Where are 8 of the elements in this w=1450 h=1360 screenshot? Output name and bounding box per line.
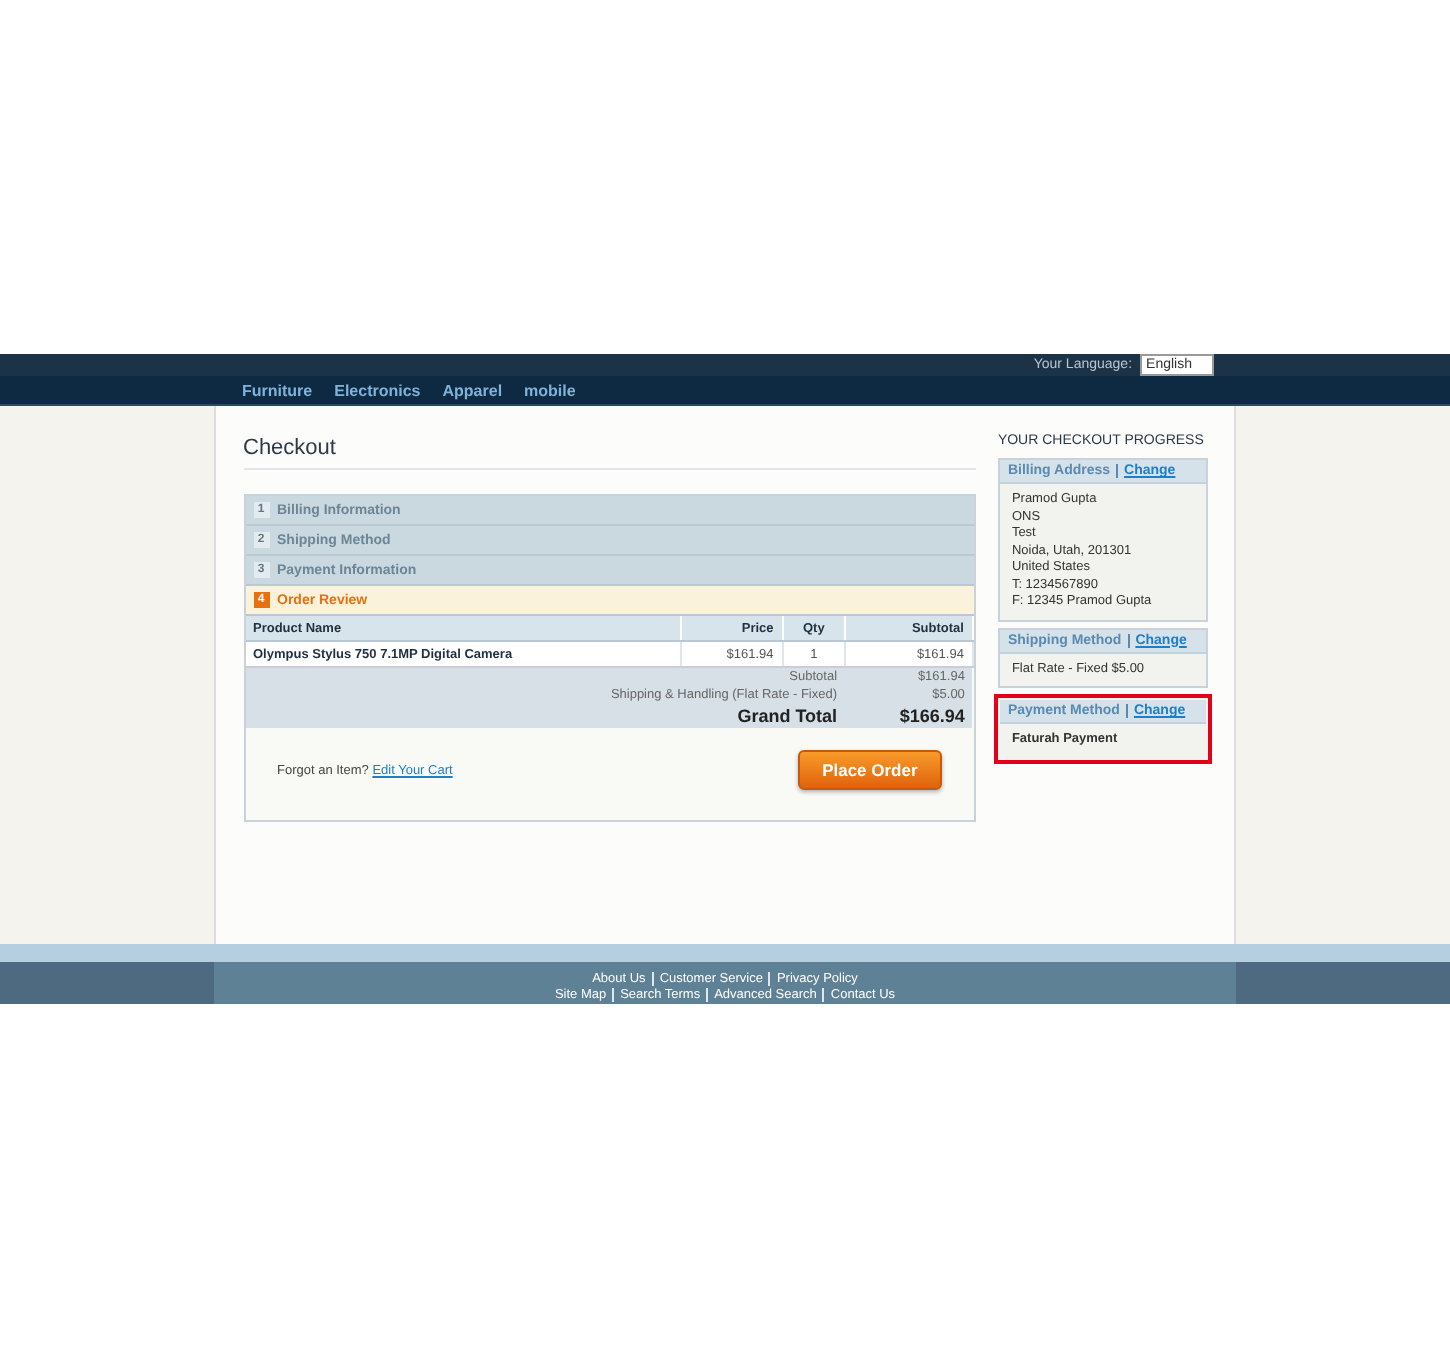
page-title: Checkout [243, 436, 976, 470]
nav-link[interactable]: mobile [524, 381, 576, 399]
total-label: Grand Total [245, 704, 846, 728]
nav-link[interactable]: Furniture [242, 381, 313, 399]
nav-link[interactable]: Apparel [442, 381, 503, 399]
total-value: $166.94 [845, 704, 973, 728]
nav-link[interactable]: Electronics [334, 381, 421, 399]
place-order-button[interactable]: Place Order [797, 750, 942, 790]
